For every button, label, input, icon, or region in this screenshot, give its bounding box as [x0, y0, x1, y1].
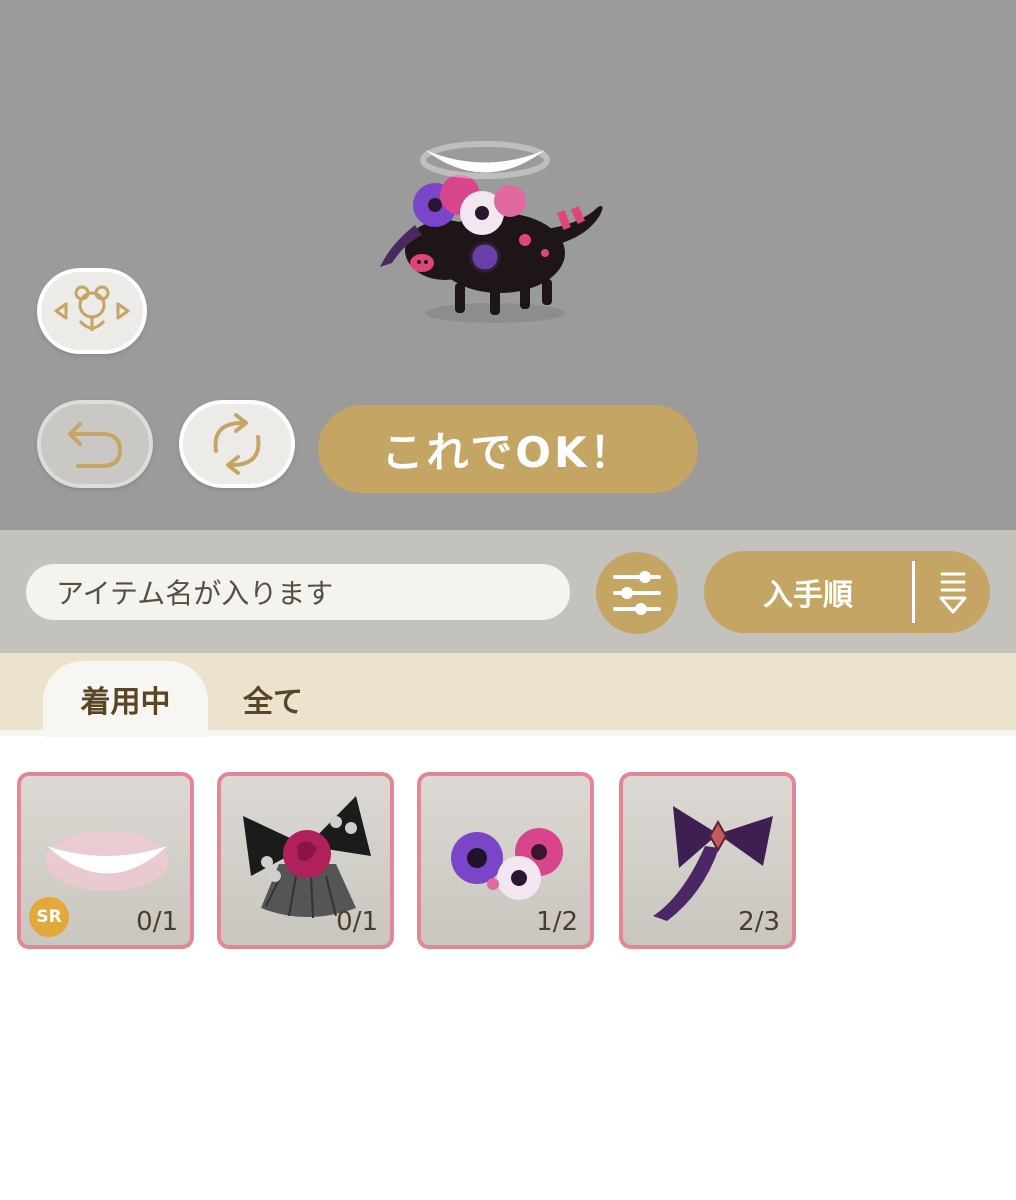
- item-card-ribbon[interactable]: 2/3: [619, 772, 796, 949]
- sort-order-toggle[interactable]: [918, 551, 988, 633]
- item-count: 2/3: [738, 907, 780, 937]
- tab-all[interactable]: 全て: [208, 661, 338, 737]
- search-toolbar: アイテム名が入ります 入手順: [0, 530, 1016, 653]
- item-count: 1/2: [536, 907, 578, 937]
- sort-button[interactable]: 入手順: [704, 551, 990, 633]
- item-card-anemone[interactable]: 1/2: [417, 772, 594, 949]
- sort-order-icon: [939, 572, 967, 614]
- filter-sliders-icon: [613, 571, 661, 615]
- search-input[interactable]: アイテム名が入ります: [26, 564, 570, 620]
- filter-button[interactable]: [596, 552, 678, 634]
- rarity-badge: SR: [29, 897, 69, 937]
- pose-icon: [54, 285, 130, 331]
- reset-icon: [213, 413, 261, 475]
- character-illustration: [380, 141, 603, 323]
- undo-button[interactable]: [37, 400, 153, 488]
- sort-divider: [912, 561, 915, 623]
- tab-bar: 着用中 全て: [0, 653, 1016, 737]
- tab-equipped[interactable]: 着用中: [43, 661, 208, 737]
- item-card-halo[interactable]: SR 0/1: [17, 772, 194, 949]
- item-count: 0/1: [136, 907, 178, 937]
- item-count: 0/1: [336, 907, 378, 937]
- sort-label: 入手順: [763, 578, 853, 613]
- confirm-button[interactable]: これでOK！: [318, 405, 698, 493]
- item-card-rose-bow[interactable]: 0/1: [217, 772, 394, 949]
- pose-button[interactable]: [37, 268, 147, 354]
- reset-button[interactable]: [179, 400, 295, 488]
- undo-icon: [68, 422, 122, 468]
- character-preview: これでOK！: [0, 0, 1016, 530]
- tab-content-edge: [0, 730, 1016, 736]
